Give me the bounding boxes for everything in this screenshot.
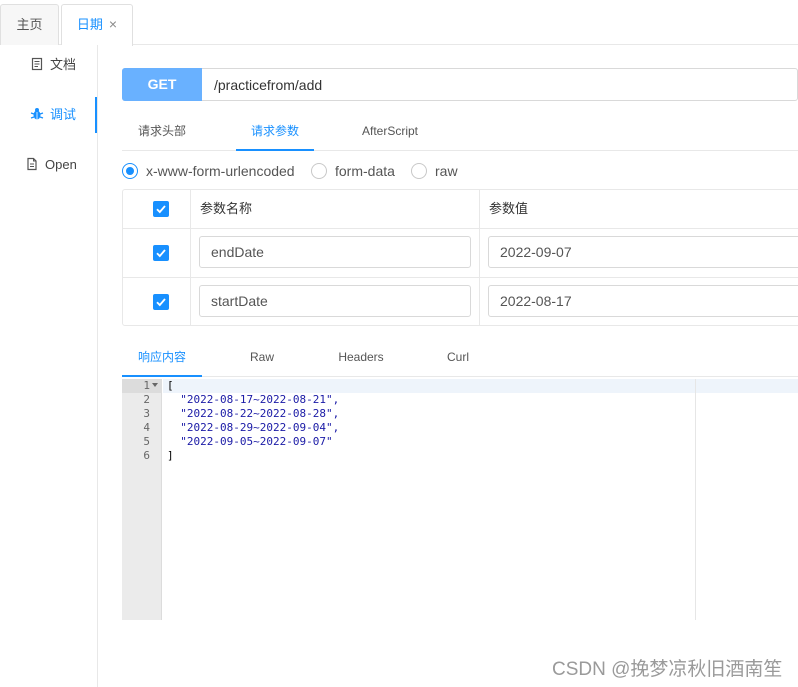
tab-bar: 主页 日期 ×: [0, 0, 798, 46]
tab-curl[interactable]: Curl: [436, 338, 480, 377]
code-line: "2022-08-17~2022-08-21",: [167, 393, 339, 407]
url-bar: GET: [122, 68, 798, 101]
radio-raw[interactable]: raw: [411, 160, 458, 182]
line-number: 1: [143, 379, 150, 392]
code-line: [: [167, 379, 174, 392]
tab-afterscript[interactable]: AfterScript: [348, 112, 432, 151]
code-line: "2022-08-29~2022-09-04",: [167, 421, 339, 435]
document-icon: [31, 57, 43, 71]
bug-icon: [30, 108, 44, 120]
select-all-checkbox[interactable]: [153, 201, 169, 217]
code-string: "2022-08-17~2022-08-21",: [167, 393, 340, 406]
column-divider: [190, 190, 191, 325]
radio-urlencoded[interactable]: x-www-form-urlencoded: [122, 160, 295, 182]
sidebar-item-debug[interactable]: 调试: [0, 97, 97, 133]
radio-checked-icon: [122, 163, 138, 179]
response-tabs: 响应内容 Raw Headers Curl: [122, 338, 798, 377]
code-string: "2022-09-05~2022-09-07": [167, 435, 333, 448]
row-checkbox[interactable]: [153, 294, 169, 310]
line-number: 3: [143, 407, 150, 420]
radio-label: raw: [435, 163, 458, 179]
row-divider: [123, 277, 798, 278]
request-tabs: 请求头部 请求参数 AfterScript: [122, 112, 798, 151]
tab-response-content[interactable]: 响应内容: [122, 338, 202, 377]
fold-arrow-icon[interactable]: [152, 383, 158, 387]
url-input[interactable]: [203, 69, 797, 100]
response-editor[interactable]: 1 2 3 4 5 6 [ "2022-08-17~2022-08-21", "…: [122, 379, 798, 620]
radio-unchecked-icon: [311, 163, 327, 179]
sidebar-item-docs[interactable]: 文档: [0, 47, 98, 83]
radio-unchecked-icon: [411, 163, 427, 179]
method-button[interactable]: GET: [122, 68, 202, 101]
param-name-input[interactable]: [199, 285, 471, 317]
check-icon: [156, 249, 166, 258]
close-icon[interactable]: ×: [109, 16, 117, 32]
line-number: 4: [143, 421, 150, 434]
active-line-highlight: [163, 379, 798, 393]
row-divider: [123, 228, 798, 229]
radio-label: form-data: [335, 163, 395, 179]
line-number: 5: [143, 435, 150, 448]
tab-home-label: 主页: [16, 17, 43, 32]
sidebar-item-open[interactable]: Open: [0, 147, 98, 183]
print-margin: [695, 379, 696, 620]
tab-date-label: 日期: [76, 17, 103, 32]
radio-label: x-www-form-urlencoded: [146, 163, 295, 179]
sidebar: 文档 调试 Open: [0, 45, 98, 687]
row-checkbox[interactable]: [153, 245, 169, 261]
file-icon: [27, 157, 37, 171]
column-divider: [479, 190, 480, 325]
watermark: CSDN @挽梦凉秋旧酒南笙: [552, 659, 783, 680]
line-number: 2: [143, 393, 150, 406]
tab-headers[interactable]: Headers: [328, 338, 394, 377]
sidebar-item-label: 文档: [50, 57, 77, 72]
tab-raw[interactable]: Raw: [236, 338, 288, 377]
tab-request-headers[interactable]: 请求头部: [122, 112, 202, 151]
sidebar-item-label: 调试: [50, 107, 77, 122]
code-line: "2022-09-05~2022-09-07": [167, 435, 333, 449]
header-param-value: 参数值: [489, 201, 529, 216]
line-gutter: 1 2 3 4 5 6: [122, 379, 162, 620]
header-param-name: 参数名称: [200, 201, 253, 216]
tab-home[interactable]: 主页: [0, 4, 59, 45]
tab-date[interactable]: 日期 ×: [61, 4, 133, 46]
line-number: 6: [143, 449, 150, 462]
check-icon: [156, 298, 166, 307]
sidebar-item-label: Open: [45, 157, 77, 172]
params-table: 参数名称 参数值: [122, 189, 798, 326]
radio-form-data[interactable]: form-data: [311, 160, 395, 182]
code-string: "2022-08-22~2022-08-28",: [167, 407, 340, 420]
param-value-input[interactable]: [488, 285, 798, 317]
param-value-input[interactable]: [488, 236, 798, 268]
param-name-input[interactable]: [199, 236, 471, 268]
code-line: ]: [167, 449, 174, 462]
tab-request-params[interactable]: 请求参数: [236, 112, 314, 151]
code-line: "2022-08-22~2022-08-28",: [167, 407, 339, 421]
check-icon: [156, 205, 166, 214]
code-string: "2022-08-29~2022-09-04",: [167, 421, 340, 434]
